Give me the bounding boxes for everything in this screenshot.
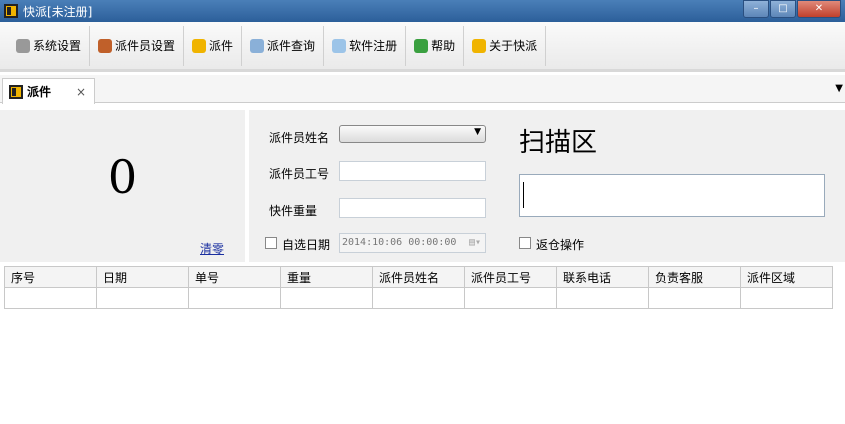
- tab-dispatch[interactable]: 派件 ×: [2, 78, 95, 104]
- table-row[interactable]: [4, 287, 833, 309]
- search-icon: [250, 38, 265, 53]
- clear-link[interactable]: 清零: [200, 240, 224, 257]
- user-icon: [98, 38, 113, 53]
- toolbar: 系统设置 派件员设置 派件 派件查询 软件注册 帮助 关于快派: [0, 22, 845, 72]
- scan-area-title: 扫描区: [519, 128, 598, 158]
- column-header[interactable]: 单号: [188, 266, 281, 288]
- courier-name-label: 派件员姓名: [269, 131, 330, 145]
- weight-label: 快件重量: [269, 204, 318, 218]
- maximize-button[interactable]: □: [770, 0, 796, 18]
- close-button[interactable]: ✕: [797, 0, 841, 18]
- custom-date-checkbox[interactable]: [265, 237, 277, 249]
- app-logo-icon: [472, 38, 487, 53]
- window-title: 快派[未注册]: [23, 4, 93, 19]
- toolbar-button-label: 帮助: [431, 39, 456, 53]
- title-bar: 快派[未注册] – □ ✕: [0, 0, 845, 22]
- return-warehouse-checkbox[interactable]: [519, 237, 531, 249]
- help-icon: [414, 38, 429, 53]
- toolbar-button-label: 派件员设置: [115, 39, 176, 53]
- toolbar-button-5[interactable]: 帮助: [406, 25, 465, 66]
- toolbar-button-0[interactable]: 系统设置: [8, 25, 91, 66]
- column-header[interactable]: 联系电话: [556, 266, 649, 288]
- tab-label: 派件: [27, 85, 52, 99]
- column-header[interactable]: 重量: [280, 266, 373, 288]
- folder-icon: [332, 38, 347, 53]
- weight-input[interactable]: [339, 198, 486, 218]
- courier-id-label: 派件员工号: [269, 167, 330, 181]
- tab-strip: 派件 × ▼: [0, 75, 845, 104]
- column-header[interactable]: 派件员工号: [464, 266, 557, 288]
- tab-menu-icon[interactable]: ▼: [835, 83, 843, 94]
- count-display: 0: [107, 150, 138, 204]
- column-header[interactable]: 负责客服: [648, 266, 741, 288]
- form-panel: 派件员姓名 ▼ 派件员工号 快件重量 自选日期 2014:10:06 00:00…: [249, 110, 845, 262]
- date-value: 2014:10:06 00:00:00: [342, 237, 457, 248]
- toolbar-button-label: 派件: [209, 39, 234, 53]
- toolbar-button-label: 软件注册: [349, 39, 398, 53]
- date-picker[interactable]: 2014:10:06 00:00:00 ▤▾: [339, 233, 486, 253]
- app-logo-icon: [192, 38, 207, 53]
- toolbar-button-2[interactable]: 派件: [184, 25, 243, 66]
- calendar-icon[interactable]: ▤▾: [469, 237, 481, 248]
- dispatch-table: 序号 日期 单号 重量 派件员姓名 派件员工号 联系电话 负责客服 派件区域: [4, 266, 833, 309]
- column-header[interactable]: 日期: [96, 266, 189, 288]
- toolbar-button-label: 关于快派: [489, 39, 538, 53]
- toolbar-button-label: 系统设置: [33, 39, 82, 53]
- toolbar-button-1[interactable]: 派件员设置: [90, 25, 185, 66]
- toolbar-button-4[interactable]: 软件注册: [324, 25, 407, 66]
- column-header[interactable]: 序号: [4, 266, 97, 288]
- courier-name-select[interactable]: ▼: [339, 125, 486, 143]
- close-tab-icon[interactable]: ×: [76, 85, 86, 99]
- courier-id-input[interactable]: [339, 161, 486, 181]
- return-warehouse-label: 返仓操作: [536, 238, 585, 252]
- toolbar-button-3[interactable]: 派件查询: [242, 25, 325, 66]
- column-header[interactable]: 派件区域: [740, 266, 833, 288]
- column-header[interactable]: 派件员姓名: [372, 266, 465, 288]
- gear-icon: [16, 38, 30, 53]
- toolbar-button-label: 派件查询: [267, 39, 316, 53]
- chevron-down-icon: ▼: [474, 127, 481, 137]
- app-logo-icon: [9, 84, 23, 99]
- custom-date-label: 自选日期: [282, 238, 331, 252]
- scan-input[interactable]: [519, 174, 825, 217]
- counter-panel: 0 清零: [0, 110, 245, 262]
- app-logo-icon: [4, 4, 18, 18]
- toolbar-button-6[interactable]: 关于快派: [464, 25, 547, 66]
- minimize-button[interactable]: –: [743, 0, 769, 18]
